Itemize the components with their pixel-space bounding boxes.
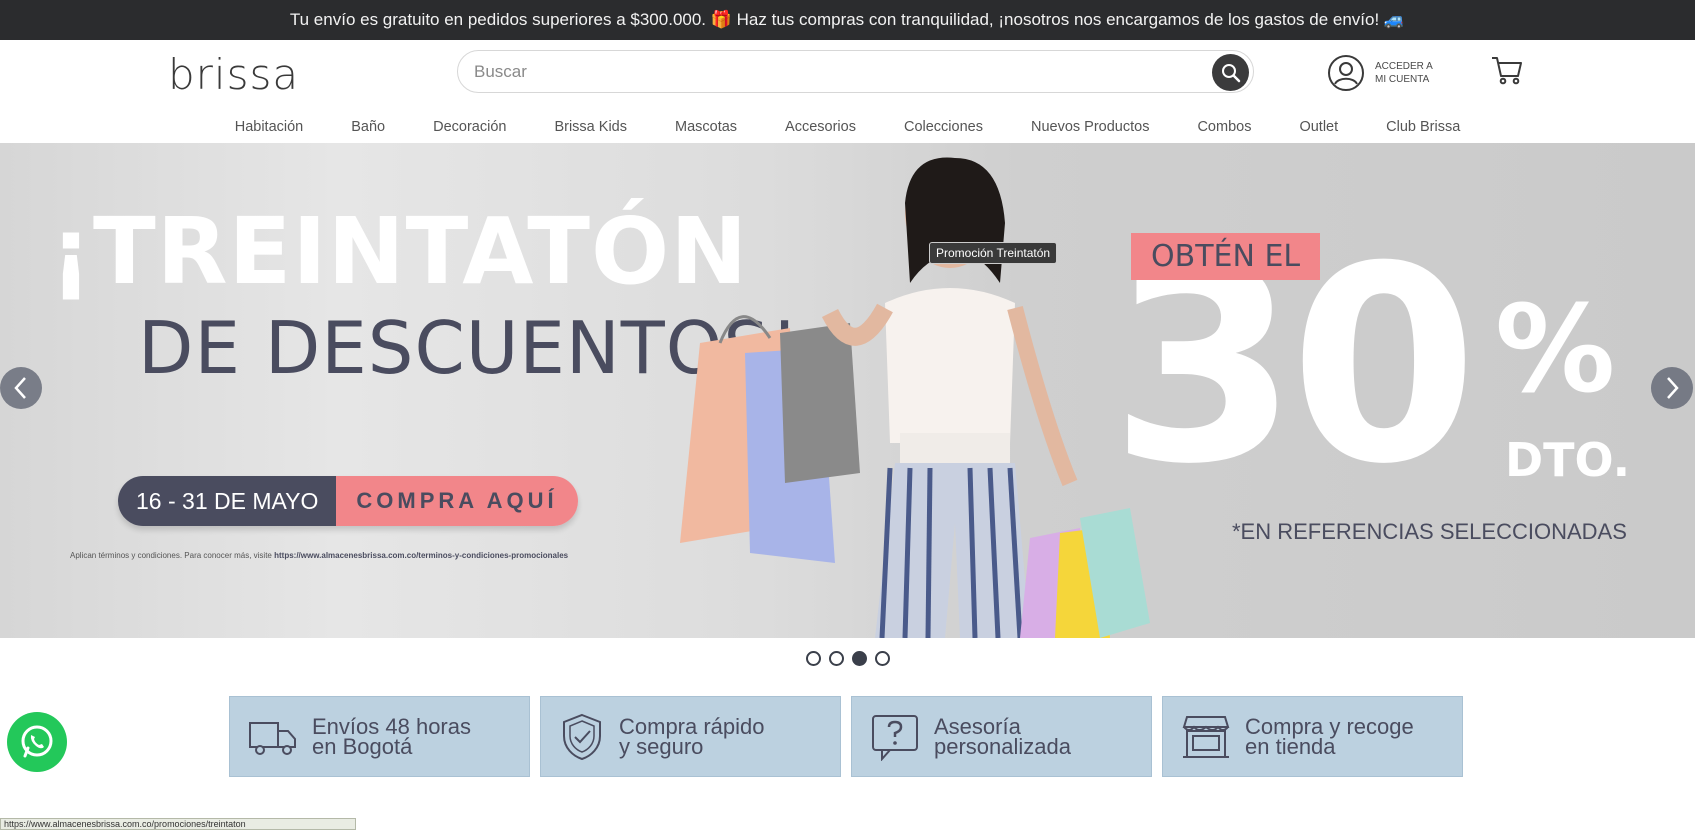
cart-button[interactable] — [1490, 54, 1524, 91]
feature-shipping[interactable]: Envíos 48 horas en Bogotá — [229, 696, 530, 777]
nav-brissa-kids[interactable]: Brissa Kids — [554, 119, 627, 135]
buy-here-button[interactable]: COMPRA AQUÍ — [336, 476, 578, 526]
get-label: OBTÉN EL — [1131, 233, 1321, 280]
carousel-prev-button[interactable] — [0, 367, 42, 409]
promo-date: 16 - 31 DE MAYO — [118, 476, 337, 526]
hero-banner[interactable]: ¡TREINTATÓN DE DESCUENTOS! 16 - 31 DE MA… — [0, 143, 1695, 638]
terms-link[interactable]: https://www.almacenesbrissa.com.co/termi… — [274, 551, 568, 560]
carousel-dot-3[interactable] — [851, 651, 867, 666]
banner-tooltip: Promoción Treintatón — [929, 242, 1058, 264]
link-status-bar: https://www.almacenesbrissa.com.co/promo… — [0, 818, 356, 830]
user-icon — [1328, 55, 1364, 91]
dto-label: DTO. — [1505, 433, 1631, 487]
feature-pickup[interactable]: Compra y recoge en tienda — [1162, 696, 1463, 777]
feature-secure[interactable]: Compra rápido y seguro — [540, 696, 841, 777]
promo-pill: 16 - 31 DE MAYO COMPRA AQUÍ — [118, 476, 578, 526]
carousel-dot-2[interactable] — [828, 651, 844, 666]
nav-accesorios[interactable]: Accesorios — [785, 119, 856, 135]
chevron-left-icon — [14, 377, 26, 399]
search-input[interactable] — [474, 59, 1164, 85]
selected-references-note: *EN REFERENCIAS SELECCIONADAS — [1232, 519, 1627, 544]
search-bar — [457, 50, 1254, 93]
percent-sign: % — [1495, 281, 1616, 420]
search-icon — [1221, 63, 1240, 82]
promo-message: Tu envío es gratuito en pedidos superior… — [289, 10, 1406, 29]
carousel-next-button[interactable] — [1651, 367, 1693, 409]
nav-combos[interactable]: Combos — [1197, 119, 1251, 135]
carousel-dot-1[interactable] — [805, 651, 821, 666]
nav-bano[interactable]: Baño — [351, 119, 385, 135]
store-icon — [1182, 715, 1230, 758]
site-header: brissa ACCEDER A MI CUENTA Habitación — [0, 40, 1695, 143]
feature-advice[interactable]: Asesoría personalizada — [851, 696, 1152, 777]
nav-outlet[interactable]: Outlet — [1299, 119, 1338, 135]
nav-mascotas[interactable]: Mascotas — [675, 119, 737, 135]
truck-icon — [249, 721, 296, 755]
whatsapp-icon — [21, 725, 53, 758]
main-nav: Habitación Baño Decoración Brissa Kids M… — [0, 112, 1695, 142]
search-button[interactable] — [1212, 54, 1249, 91]
brissa-logo[interactable]: brissa — [168, 50, 299, 99]
nav-habitacion[interactable]: Habitación — [235, 119, 304, 135]
features-row: Envíos 48 horas en Bogotá Compra rápido … — [229, 696, 1473, 777]
chevron-right-icon — [1667, 377, 1679, 399]
promo-topbar: Tu envío es gratuito en pedidos superior… — [0, 0, 1695, 40]
carousel-dots — [0, 651, 1695, 666]
nav-club-brissa[interactable]: Club Brissa — [1386, 119, 1460, 135]
account-label: ACCEDER A MI CUENTA — [1375, 61, 1433, 85]
nav-colecciones[interactable]: Colecciones — [904, 119, 983, 135]
nav-decoracion[interactable]: Decoración — [433, 119, 506, 135]
whatsapp-button[interactable] — [7, 712, 67, 772]
nav-nuevos-productos[interactable]: Nuevos Productos — [1031, 119, 1149, 135]
cart-icon — [1492, 57, 1522, 85]
shield-check-icon — [563, 713, 601, 760]
model-with-bags-image — [680, 157, 1150, 638]
question-chat-icon — [872, 714, 918, 761]
hero-title: ¡TREINTATÓN — [50, 198, 749, 305]
terms-note: Aplican términos y condiciones. Para con… — [70, 551, 569, 560]
account-link[interactable]: ACCEDER A MI CUENTA — [1327, 54, 1433, 92]
carousel-dot-4[interactable] — [874, 651, 890, 666]
